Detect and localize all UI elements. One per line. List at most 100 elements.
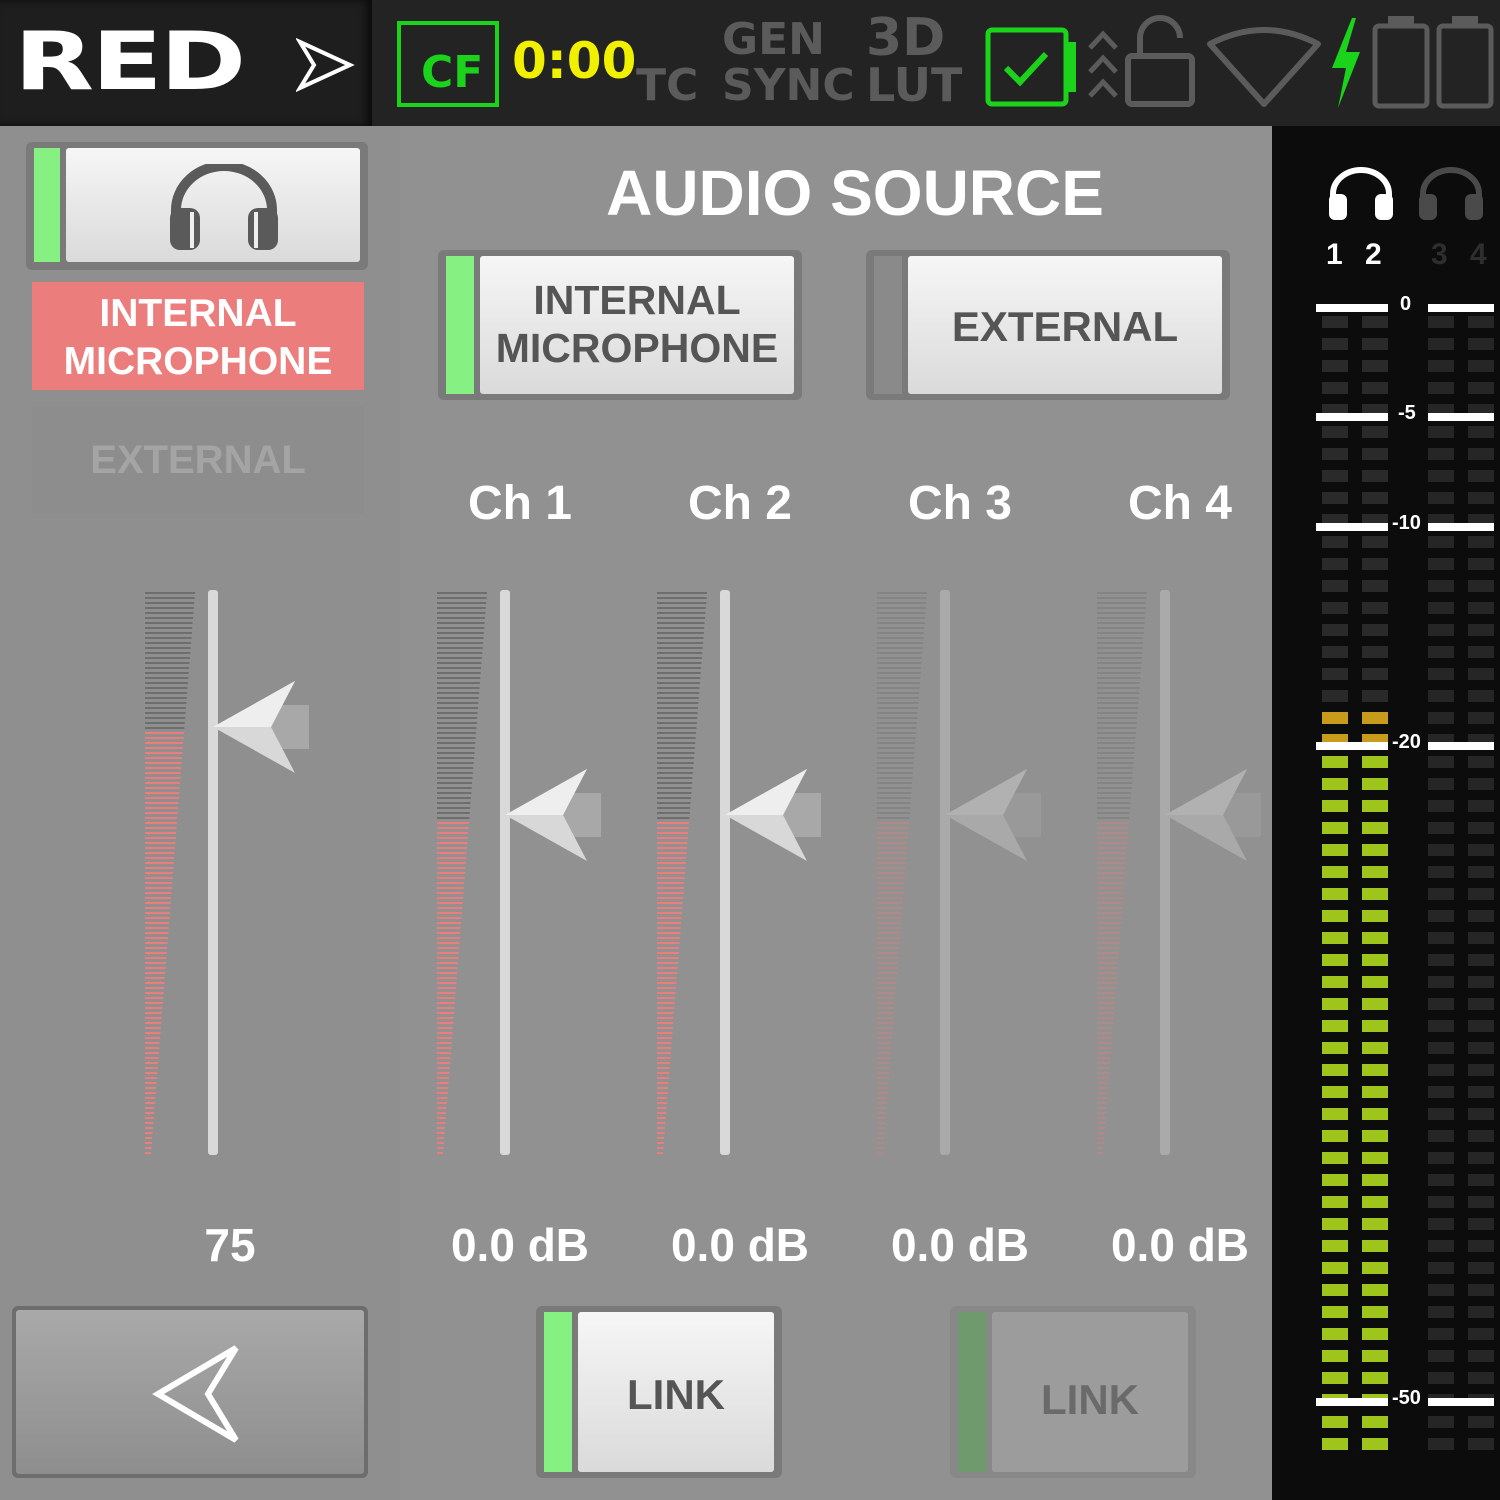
- meter-segment: [1468, 360, 1494, 372]
- meter-segment: [1322, 1108, 1348, 1120]
- fader-ch2[interactable]: [657, 590, 821, 1155]
- meter-segment: [1362, 1218, 1388, 1230]
- meter-segment: [1362, 998, 1388, 1010]
- meter-segment: [1362, 1328, 1388, 1340]
- meter-segment: [1428, 1108, 1454, 1120]
- meter-segment: [1362, 646, 1388, 658]
- fader-knob-ch2[interactable]: [725, 769, 821, 861]
- meter-segment: [1362, 756, 1388, 768]
- meter-segment: [1322, 910, 1348, 922]
- meter-segment: [1322, 382, 1348, 394]
- scale-minus-10: -10: [1392, 512, 1421, 534]
- scale-0: 0: [1400, 293, 1412, 315]
- meter-segment: [1428, 1218, 1454, 1230]
- meter-segment: [1322, 602, 1348, 614]
- meter-segment: [1322, 558, 1348, 570]
- meter-segment: [1322, 536, 1348, 548]
- meter-segment: [1362, 558, 1388, 570]
- meter-segment: [1428, 536, 1454, 548]
- meter-segment: [1428, 448, 1454, 460]
- meter-segment: [1428, 1152, 1454, 1164]
- meter-segment: [1428, 800, 1454, 812]
- meter-segment: [1322, 1086, 1348, 1098]
- meter-segment: [1468, 338, 1494, 350]
- meter-segment: [1428, 1284, 1454, 1296]
- meter-segment: [1428, 492, 1454, 504]
- meter-segment: [1362, 1438, 1388, 1450]
- meter-segment: [1322, 1306, 1348, 1318]
- link-ch1-ch2-label: LINK: [627, 1371, 725, 1418]
- meter-segment: [1468, 1416, 1494, 1428]
- meter-segment: [1428, 668, 1454, 680]
- meter-segment: [1322, 1240, 1348, 1252]
- fader-knob-ch1[interactable]: [505, 769, 601, 861]
- scale-minus-50: -50: [1392, 1387, 1421, 1409]
- meter-segment: [1322, 1262, 1348, 1274]
- meter-segment: [1468, 888, 1494, 900]
- meter-segment: [1322, 778, 1348, 790]
- link-ch1-ch2-button[interactable]: LINK: [536, 1306, 782, 1478]
- meter-segment: [1362, 448, 1388, 460]
- meter-segment: [1362, 1174, 1388, 1186]
- meter-segment: [1428, 1416, 1454, 1428]
- meter-segment: [1362, 1130, 1388, 1142]
- fader-layer: [145, 590, 1261, 1155]
- meter-segment: [1322, 866, 1348, 878]
- meter-segment: [1428, 910, 1454, 922]
- meter-segment: [1468, 1020, 1494, 1032]
- scale-tick: [1428, 742, 1494, 750]
- meter-segment: [1322, 668, 1348, 680]
- meter-segment: [1322, 360, 1348, 372]
- meter-segment: [1428, 778, 1454, 790]
- meter-segment: [1428, 1042, 1454, 1054]
- fader-knob-ch4[interactable]: [1165, 769, 1261, 861]
- meter-segment: [1428, 1020, 1454, 1032]
- meter-segment: [1362, 1306, 1388, 1318]
- meter-segment: [1468, 1042, 1494, 1054]
- meter-segment: [1428, 1438, 1454, 1450]
- meter-segment: [1428, 1328, 1454, 1340]
- scale-tick: [1428, 523, 1494, 531]
- meter-segment: [1322, 448, 1348, 460]
- meter-segment: [1322, 1416, 1348, 1428]
- meter-segment: [1322, 1372, 1348, 1384]
- fader-knob-ch3[interactable]: [945, 769, 1041, 861]
- scale-tick: [1316, 304, 1388, 312]
- fader-ch4[interactable]: [1097, 590, 1261, 1155]
- meter-segment: [1468, 910, 1494, 922]
- meter-segment: [1428, 866, 1454, 878]
- meter-segment: [1428, 888, 1454, 900]
- meter-segment: [1468, 756, 1494, 768]
- meter-segment: [1362, 690, 1388, 702]
- meter-segment: [1468, 1372, 1494, 1384]
- meter-segment: [1428, 316, 1454, 328]
- fader-monitor[interactable]: [145, 590, 309, 1155]
- scale-tick: [1316, 1398, 1388, 1406]
- meter-segment: [1468, 822, 1494, 834]
- meter-segment: [1468, 1108, 1494, 1120]
- meter-segment: [1322, 426, 1348, 438]
- meter-segment: [1428, 470, 1454, 482]
- meter-segment: [1322, 316, 1348, 328]
- fader-knob-monitor[interactable]: [213, 681, 309, 773]
- meter-segment: [1322, 1284, 1348, 1296]
- meter-segment: [1468, 1262, 1494, 1274]
- scale-tick: [1316, 742, 1388, 750]
- meter-segment: [1362, 1196, 1388, 1208]
- link-ch3-ch4-button[interactable]: LINK: [950, 1306, 1196, 1478]
- meter-segment: [1468, 1284, 1494, 1296]
- meter-segment: [1468, 954, 1494, 966]
- meter-segment: [1428, 690, 1454, 702]
- meter-segment: [1428, 338, 1454, 350]
- meter-segment: [1468, 1328, 1494, 1340]
- meter-segment: [1362, 1042, 1388, 1054]
- fader-ch1[interactable]: [437, 590, 601, 1155]
- meter-segment: [1322, 844, 1348, 856]
- meter-segment: [1322, 1174, 1348, 1186]
- scale-minus-20: -20: [1392, 731, 1421, 753]
- meter-segment: [1362, 316, 1388, 328]
- meter-segment: [1322, 1130, 1348, 1142]
- meter-segment: [1428, 976, 1454, 988]
- fader-ch3[interactable]: [877, 590, 1041, 1155]
- meter-segment: [1468, 1218, 1494, 1230]
